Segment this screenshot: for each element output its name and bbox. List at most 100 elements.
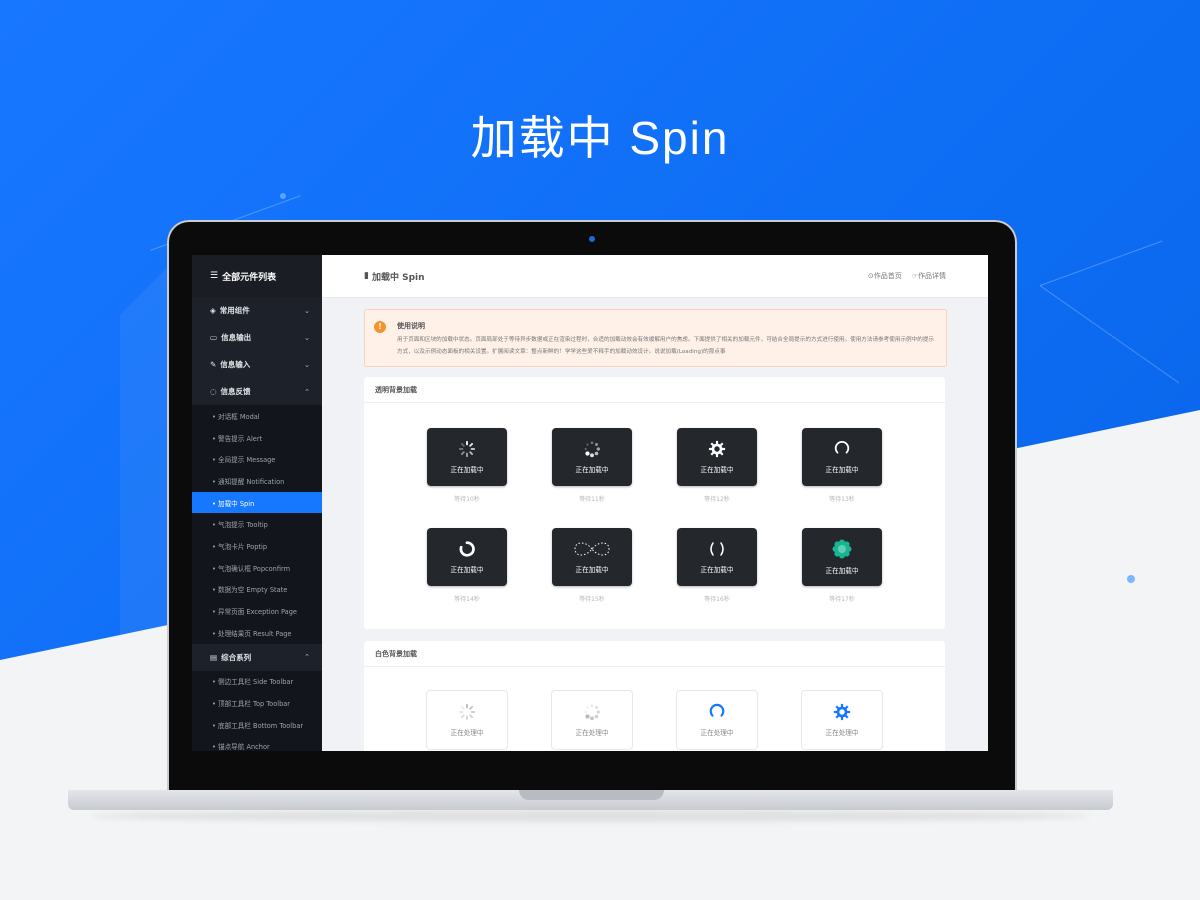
panel-title: 白色背景加载 [364, 641, 945, 667]
spin-card[interactable]: 正在加载中 [427, 428, 507, 486]
laptop-shadow [90, 810, 1090, 822]
app-screen: ☰ 全部元件列表 ◈ 常用组件 ⌄ ▭ 信息输出 ⌄ ✎ 信息输入 ⌄ ◌ 信息反馈 ⌃… [192, 255, 988, 751]
camera-icon [589, 236, 595, 242]
sidebar-item-modal[interactable]: • 对话框 Modal [192, 405, 322, 427]
arc-spinner-icon [709, 703, 725, 717]
sidebar-item-bottom-toolbar[interactable]: • 底部工具栏 Bottom Toolbar [192, 714, 322, 736]
hero-title: 加载中 Spin [470, 112, 730, 164]
warning-icon: ! [374, 321, 386, 333]
spinner-dots-icon [584, 704, 600, 721]
spin-card[interactable]: 正在处理中 [676, 690, 758, 750]
chevron-down-icon: ⌄ [304, 360, 310, 369]
sidebar-item-spin[interactable]: • 加载中 Spin [192, 491, 322, 514]
laptop-notch [519, 790, 664, 800]
home-link-label: 作品首页 [873, 272, 902, 280]
sidebar: ☰ 全部元件列表 ◈ 常用组件 ⌄ ▭ 信息输出 ⌄ ✎ 信息输入 ⌄ ◌ 信息反馈 ⌃… [192, 255, 322, 751]
sidebar-item-message[interactable]: • 全局提示 Message [192, 448, 322, 470]
chevron-down-icon: ⌄ [304, 306, 310, 315]
decor-dot [280, 193, 286, 199]
panel-transparent: 透明背景加载 正在加载中 正在加载中 正在加载中 正在加载中 等待10秒 等待1… [364, 377, 945, 629]
chevron-up-icon: ⌃ [304, 653, 310, 662]
alert-title: 使用说明 [397, 322, 425, 330]
comment-icon: ◌ [210, 387, 217, 396]
wait-text: 等待13秒 [829, 496, 855, 503]
spinner-dots-icon [584, 441, 600, 458]
monitor-icon: ▭ [210, 333, 218, 342]
spin-label: 正在加载中 [450, 566, 484, 574]
detail-link[interactable]: ☞作品详情 [912, 271, 946, 281]
wait-text: 等待10秒 [454, 496, 480, 503]
spin-card[interactable]: 正在处理中 [426, 690, 508, 750]
sidebar-item-exception-page[interactable]: • 异常页面 Exception Page [192, 600, 322, 622]
gear-icon [833, 703, 851, 721]
spin-label: 正在加载中 [450, 466, 484, 474]
detail-link-label: 作品详情 [918, 272, 946, 280]
sidebar-item-notification[interactable]: • 通知提醒 Notification [192, 470, 322, 492]
sidebar-group-input[interactable]: ✎ 信息输入 ⌄ [192, 351, 322, 378]
sidebar-item-result-page[interactable]: • 处理结果页 Result Page [192, 622, 322, 644]
sidebar-item-empty-state[interactable]: • 数据为空 Empty State [192, 579, 322, 601]
spinner-lines-icon [458, 703, 476, 721]
spin-card[interactable]: 正在加载中 [677, 428, 757, 486]
spin-label: 正在加载中 [700, 466, 734, 474]
spin-label: 正在处理中 [825, 729, 859, 737]
spin-card[interactable]: 正在处理中 [551, 690, 633, 750]
decor-dot [1127, 575, 1135, 583]
layout-icon: ▤ [210, 652, 218, 662]
sidebar-group-label: 常用组件 [219, 306, 250, 315]
spin-card[interactable]: 正在加载中 [552, 428, 632, 486]
spin-label: 正在处理中 [700, 729, 734, 737]
sidebar-item-alert[interactable]: • 警告提示 Alert [192, 427, 322, 449]
sidebar-group-combo[interactable]: ▤ 综合系列 ⌃ [192, 643, 322, 671]
sidebar-item-popconfirm[interactable]: • 气泡确认框 Popconfirm [192, 557, 322, 579]
sidebar-title-label: 全部元件列表 [222, 272, 277, 283]
usage-alert: ! 使用说明 用于页面和区块的加载中状态。页面局部处于等待异步数据或正在渲染过程… [364, 309, 947, 367]
parentheses-icon [710, 542, 724, 556]
spin-label: 正在处理中 [450, 729, 484, 737]
list-icon: ☰ [210, 271, 219, 281]
sidebar-group-label: 综合系列 [221, 652, 252, 662]
home-link[interactable]: ⊙作品首页 [868, 271, 902, 281]
chevron-down-icon: ⌄ [304, 333, 310, 342]
spin-label: 正在加载中 [825, 567, 859, 575]
wait-text: 等待16秒 [704, 596, 730, 603]
spin-label: 正在处理中 [575, 729, 609, 737]
ring-spinner-icon [459, 541, 475, 557]
spin-card[interactable]: 正在加载中 [427, 528, 507, 586]
arc-spinner-icon [834, 441, 850, 454]
infinity-icon [574, 542, 610, 556]
chevron-up-icon: ⌃ [304, 387, 310, 396]
wait-text: 等待14秒 [454, 596, 480, 603]
sidebar-group-common[interactable]: ◈ 常用组件 ⌄ [192, 297, 322, 324]
top-bar: ▮ 加载中 Spin ⊙作品首页 ☞作品详情 [322, 255, 988, 298]
sidebar-item-top-toolbar[interactable]: • 顶部工具栏 Top Toolbar [192, 692, 322, 714]
page-title-label: 加载中 Spin [371, 272, 425, 283]
sidebar-group-label: 信息输入 [220, 360, 251, 369]
sidebar-group-label: 信息输出 [221, 333, 252, 342]
sidebar-group-output[interactable]: ▭ 信息输出 ⌄ [192, 324, 322, 351]
sidebar-item-side-toolbar[interactable]: • 侧边工具栏 Side Toolbar [192, 671, 322, 693]
spin-label: 正在加载中 [825, 466, 859, 474]
sidebar-item-anchor[interactable]: • 锚点导航 Anchor [192, 736, 322, 751]
sidebar-item-poptip[interactable]: • 气泡卡片 Poptip [192, 535, 322, 557]
panel-title: 透明背景加载 [364, 377, 945, 403]
panel-white: 白色背景加载 正在处理中 正在处理中 正在处理中 正在处理中 [364, 641, 945, 751]
spin-card[interactable]: 正在加载中 [552, 528, 632, 586]
sidebar-item-tooltip[interactable]: • 气泡提示 Tooltip [192, 513, 322, 535]
spin-card[interactable]: 正在加载中 [677, 528, 757, 586]
cube-icon: ◈ [210, 306, 216, 315]
wait-text: 等待15秒 [579, 596, 605, 603]
spin-label: 正在加载中 [575, 566, 609, 574]
spin-card[interactable]: 正在加载中 [802, 528, 882, 586]
sidebar-group-feedback[interactable]: ◌ 信息反馈 ⌃ [192, 378, 322, 405]
flower-spinner-icon [832, 539, 852, 559]
edit-icon: ✎ [210, 360, 217, 369]
main-content: ▮ 加载中 Spin ⊙作品首页 ☞作品详情 ! 使用说明 用于页面和区块的加载… [322, 255, 988, 751]
spinner-lines-icon [458, 440, 476, 458]
wait-text: 等待12秒 [704, 496, 730, 503]
spin-card[interactable]: 正在加载中 [802, 428, 882, 486]
top-links: ⊙作品首页 ☞作品详情 [868, 271, 946, 281]
wait-text: 等待11秒 [579, 496, 605, 503]
gear-icon [708, 440, 726, 458]
spin-card[interactable]: 正在处理中 [801, 690, 883, 750]
